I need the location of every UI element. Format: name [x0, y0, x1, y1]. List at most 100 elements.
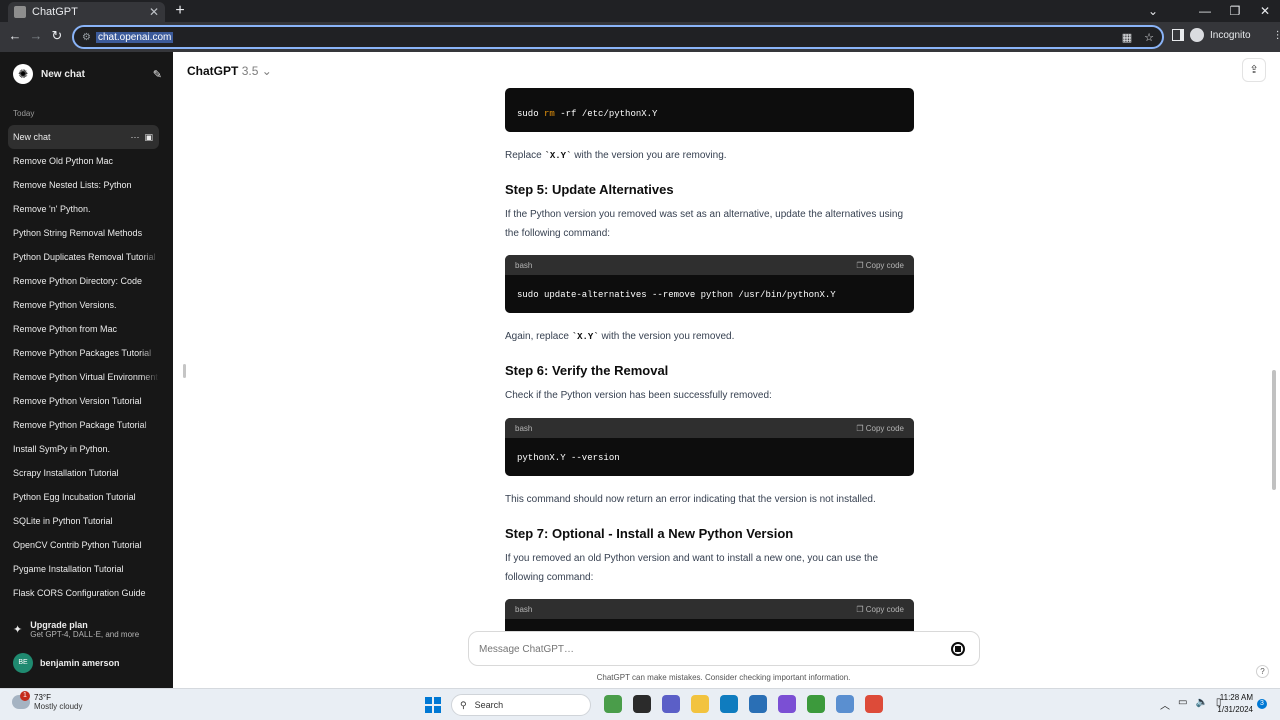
clipboard-icon: ❐	[856, 604, 864, 614]
tab-search-icon[interactable]: ⌄	[1138, 0, 1168, 22]
chat-item[interactable]: SQLite in Python Tutorial	[8, 509, 159, 533]
clipboard-icon: ❐	[856, 423, 864, 433]
text: Again, replace	[505, 331, 572, 342]
edit-icon[interactable]: ✎	[153, 68, 162, 81]
paragraph: Replace `X.Y` with the version you are r…	[505, 146, 914, 166]
taskbar-app-icon[interactable]	[836, 695, 854, 713]
new-tab-icon[interactable]: +	[172, 2, 188, 20]
star-icon[interactable]: ☆	[1144, 31, 1154, 44]
assistant-message: sudo rm -rf /etc/pythonX.Y Replace `X.Y`…	[505, 88, 914, 631]
chat-item[interactable]: Python String Removal Methods	[8, 221, 159, 245]
taskbar-search[interactable]: ⚲ Search	[451, 694, 591, 716]
chat-item[interactable]: Remove 'n' Python.	[8, 197, 159, 221]
weather-badge: 1	[20, 691, 30, 701]
help-icon[interactable]: ?	[1256, 665, 1269, 678]
new-chat-button[interactable]: ✺ New chat ✎	[8, 62, 165, 86]
message-input[interactable]	[479, 640, 919, 658]
scrollbar[interactable]	[1272, 370, 1276, 490]
browser-tab[interactable]: ChatGPT ✕	[8, 2, 165, 22]
chat-item[interactable]: Remove Python Packages Tutorial	[8, 341, 159, 365]
chat-title: Pygame Installation Tutorial	[13, 564, 124, 574]
taskbar-app-icon[interactable]	[749, 695, 767, 713]
forward-icon[interactable]: →	[28, 28, 44, 43]
model-selector[interactable]: ChatGPT 3.5 ⌄	[187, 64, 272, 78]
chat-item[interactable]: Remove Python Versions.	[8, 293, 159, 317]
chat-item[interactable]: New chat ··· ▣	[8, 125, 159, 149]
heading-step-7: Step 7: Optional - Install a New Python …	[505, 526, 794, 541]
chat-item[interactable]: OpenCV Contrib Python Tutorial	[8, 533, 159, 557]
weather-widget[interactable]: 1 73°F Mostly cloudy	[12, 691, 82, 711]
chat-item[interactable]: Pygame Installation Tutorial	[8, 557, 159, 581]
restore-icon[interactable]: ❐	[1220, 0, 1250, 22]
chat-item[interactable]: Remove Python Virtual Environment	[8, 365, 159, 389]
tune-icon[interactable]: ⚙	[82, 32, 96, 43]
chat-item[interactable]: Install SymPy in Python.	[8, 437, 159, 461]
copy-code-button[interactable]: ❐ Copy code	[856, 605, 904, 614]
chat-title: New chat	[13, 132, 51, 142]
reload-icon[interactable]: ↻	[49, 28, 65, 44]
chat-item[interactable]: Remove Python Directory: Code	[8, 269, 159, 293]
code-header: bash ❐ Copy code	[505, 418, 914, 438]
chat-item[interactable]: Flask CORS Configuration Guide	[8, 581, 159, 605]
cloud-icon: 1	[12, 691, 30, 709]
back-icon[interactable]: ←	[7, 28, 23, 43]
taskbar-app-icon[interactable]	[633, 695, 651, 713]
more-icon[interactable]: ···	[130, 132, 139, 142]
sidebar-toggle-handle[interactable]	[183, 364, 186, 378]
chat-item[interactable]: Python Duplicates Removal Tutorial	[8, 245, 159, 269]
chat-item[interactable]: Python Egg Incubation Tutorial	[8, 485, 159, 509]
taskbar-app-icon[interactable]	[662, 695, 680, 713]
url-text[interactable]: chat.openai.com	[96, 31, 174, 43]
side-panel-icon[interactable]	[1172, 29, 1184, 41]
clock[interactable]: 11:28 AM 1/31/2024	[1213, 692, 1253, 716]
chat-item[interactable]: Remove Python Package Tutorial	[8, 413, 159, 437]
speaker-icon[interactable]: 🔈	[1195, 697, 1207, 712]
sparkle-icon: ✦	[13, 624, 23, 636]
stop-generating-icon[interactable]	[951, 642, 965, 656]
message-composer	[468, 631, 980, 666]
code-block: bash ❐ Copy code sudo update-alternative…	[505, 255, 914, 313]
window-controls: ⌄ — ❐ ✕	[1138, 0, 1280, 22]
qr-icon[interactable]: ▦	[1122, 31, 1132, 44]
chevron-up-icon[interactable]: ︿	[1160, 697, 1170, 712]
archive-icon[interactable]: ▣	[144, 132, 153, 142]
chat-item[interactable]: Scrapy Installation Tutorial	[8, 461, 159, 485]
copy-label: Copy code	[865, 423, 904, 433]
taskbar-app-icon[interactable]	[720, 695, 738, 713]
code-language: bash	[515, 423, 533, 433]
kebab-icon[interactable]: ⋮	[1273, 30, 1280, 41]
user-menu[interactable]: BE benjamin amerson	[13, 653, 120, 673]
display-icon[interactable]: ▭	[1178, 697, 1187, 712]
upgrade-subtitle: Get GPT-4, DALL·E, and more	[30, 630, 140, 639]
sidebar: ✺ New chat ✎ Today New chat ··· ▣ Remove…	[0, 52, 173, 688]
copy-code-button[interactable]: ❐ Copy code	[856, 424, 904, 433]
text: with the version you removed.	[598, 331, 735, 342]
chat-item[interactable]: Remove Nested Lists: Python	[8, 173, 159, 197]
close-window-icon[interactable]: ✕	[1250, 0, 1280, 22]
minimize-icon[interactable]: —	[1190, 0, 1220, 22]
incognito-label[interactable]: Incognito	[1210, 30, 1251, 41]
chat-item[interactable]: Remove Python from Mac	[8, 317, 159, 341]
main-header: ChatGPT 3.5 ⌄ ⇪	[173, 52, 1280, 88]
taskbar-app-icon[interactable]	[604, 695, 622, 713]
windows-start-icon[interactable]	[425, 697, 441, 713]
close-tab-icon[interactable]: ✕	[149, 5, 159, 19]
tab-title: ChatGPT	[32, 6, 78, 18]
chat-title: Python Egg Incubation Tutorial	[13, 492, 136, 502]
paragraph: This command should now return an error …	[505, 494, 876, 505]
chat-item[interactable]: Remove Python Version Tutorial	[8, 389, 159, 413]
address-bar[interactable]: ⚙ chat.openai.com ▦ ☆	[72, 25, 1164, 49]
code-block: sudo rm -rf /etc/pythonX.Y	[505, 88, 914, 132]
section-heading-today: Today	[13, 109, 35, 118]
code-header: bash ❐ Copy code	[505, 599, 914, 619]
chat-actions: ··· ▣	[130, 125, 153, 149]
copy-code-button[interactable]: ❐ Copy code	[856, 261, 904, 270]
upgrade-plan-button[interactable]: ✦ Upgrade plan Get GPT-4, DALL·E, and mo…	[13, 620, 139, 639]
taskbar-app-icon[interactable]	[807, 695, 825, 713]
notification-badge[interactable]: 3	[1257, 699, 1267, 709]
taskbar-app-icon[interactable]	[778, 695, 796, 713]
taskbar-app-icon[interactable]	[691, 695, 709, 713]
chat-item[interactable]: Remove Old Python Mac	[8, 149, 159, 173]
share-icon[interactable]: ⇪	[1242, 58, 1266, 82]
taskbar-app-icon[interactable]	[865, 695, 883, 713]
